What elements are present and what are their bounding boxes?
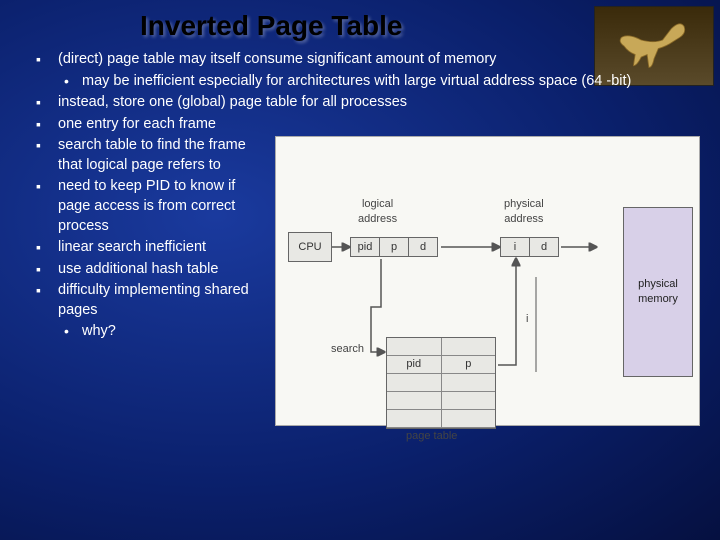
physical-memory-label: physical memory — [638, 277, 678, 307]
bullet-4: search table to find the frame that logi… — [30, 136, 265, 175]
physical-memory-box: physical memory — [623, 207, 693, 377]
bullet-8-sub: why? — [58, 322, 265, 342]
search-label: search — [331, 342, 364, 357]
bullet-3: one entry for each frame — [30, 115, 700, 135]
physical-address-label: physical address — [504, 197, 544, 227]
cell-d: d — [408, 237, 438, 257]
cpu-box: CPU — [288, 232, 332, 262]
page-table-label: page table — [406, 429, 457, 444]
bullet-1: (direct) page table may itself consume s… — [30, 50, 700, 91]
logical-address-cells: pid p d — [351, 237, 438, 257]
page-table-box: pid p — [386, 337, 496, 429]
slide-content: (direct) page table may itself consume s… — [0, 50, 720, 426]
cell-i: i — [500, 237, 530, 257]
ptable-pid: pid — [387, 356, 442, 373]
bullet-1-sub: may be inefficient especially for archit… — [58, 72, 700, 92]
bullet-8: difficulty implementing shared pages why… — [30, 281, 265, 342]
bullet-6: linear search inefficient — [30, 238, 265, 258]
physical-address-cells: i d — [501, 237, 559, 257]
bullet-1-text: (direct) page table may itself consume s… — [58, 51, 496, 67]
cell-p: p — [379, 237, 409, 257]
diagram: CPU logical address pid p d physical add… — [275, 136, 700, 426]
cell-pid: pid — [350, 237, 380, 257]
bullet-2: instead, store one (global) page table f… — [30, 93, 700, 113]
cell-d2: d — [529, 237, 559, 257]
bullet-7: use additional hash table — [30, 260, 265, 280]
bullet-5: need to keep PID to know if page access … — [30, 177, 265, 236]
ptable-p: p — [442, 356, 496, 373]
bullet-8-text: difficulty implementing shared pages — [58, 282, 249, 318]
i-label: i — [526, 312, 528, 327]
logical-address-label: logical address — [358, 197, 397, 227]
